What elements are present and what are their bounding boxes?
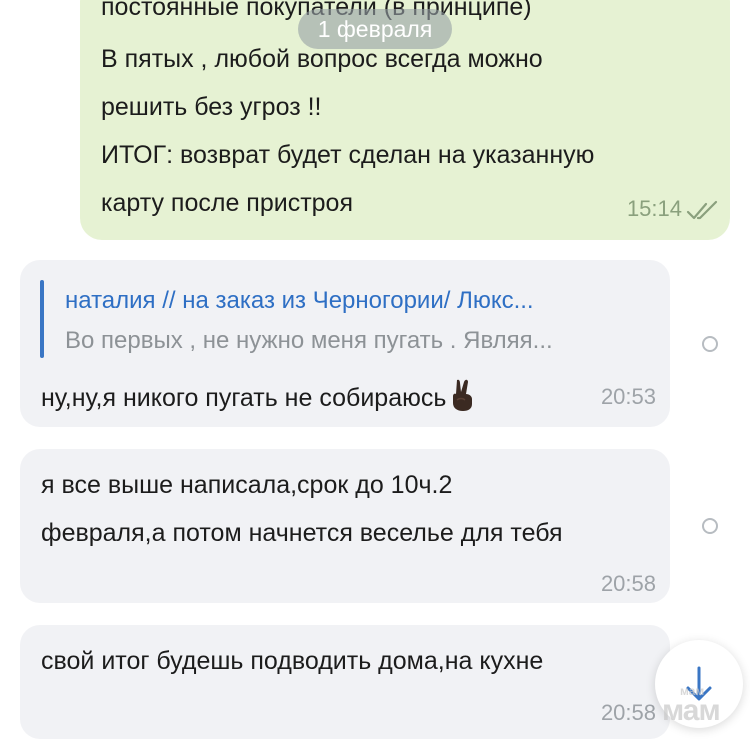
message-text-row: ну,ну,я никого пугать не собираюсь [41, 378, 478, 413]
message-line: решить без угроз !! [101, 93, 322, 121]
victory-hand-icon [453, 379, 473, 411]
double-check-icon [686, 200, 718, 220]
message-text: свой итог будешь подводить дома,на кухне [41, 647, 544, 675]
chat-view: постоянные покупатели (в принципе) В пят… [0, 0, 750, 739]
message-time: 20:53 [600, 384, 656, 409]
message-time: 20:58 [600, 571, 656, 596]
message-time: 20:58 [600, 700, 656, 725]
incoming-message[interactable]: наталия // на заказ из Черногории/ Люкс.… [20, 260, 670, 427]
message-time: 15:14 [626, 196, 682, 221]
unread-dot [702, 336, 718, 352]
unread-dot [702, 518, 718, 534]
reply-author[interactable]: наталия // на заказ из Черногории/ Люкс.… [65, 286, 534, 316]
message-line: я все выше написала,срок до 10ч.2 [41, 471, 453, 499]
date-separator: 1 февраля [298, 9, 452, 49]
reply-preview[interactable]: Во первых , не нужно меня пугать . Являя… [65, 326, 553, 356]
reply-bar [40, 280, 44, 358]
message-line: февраля,а потом начнется веселье для теб… [41, 519, 563, 547]
message-text: ну,ну,я никого пугать не собираюсь [41, 384, 447, 412]
incoming-message[interactable]: свой итог будешь подводить дома,на кухне… [20, 625, 670, 739]
message-line: карту после пристроя [101, 189, 354, 217]
watermark: мам [662, 694, 721, 727]
incoming-message[interactable]: я все выше написала,срок до 10ч.2 феврал… [20, 449, 670, 603]
message-line: ИТОГ: возврат будет сделан на указанную [101, 141, 595, 169]
